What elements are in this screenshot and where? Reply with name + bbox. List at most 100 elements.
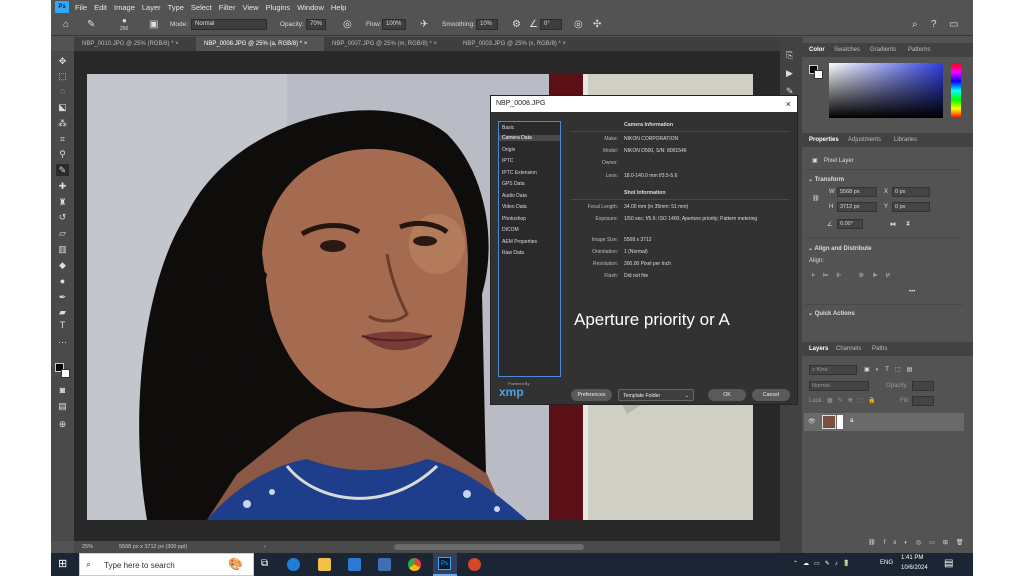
hue-slider[interactable] bbox=[951, 63, 961, 118]
notifications-icon[interactable]: ▤ bbox=[944, 558, 953, 569]
menu-help[interactable]: Help bbox=[331, 3, 346, 12]
sidebar-item-aem-properties[interactable]: AEM Properties bbox=[502, 239, 537, 245]
sidebar-item-photoshop[interactable]: Photoshop bbox=[502, 216, 526, 222]
horizontal-scrollbar[interactable] bbox=[394, 544, 584, 550]
tab-nbp-0003[interactable]: NBP_0003.JPG @ 25% (x, RGB/8) * × bbox=[455, 37, 585, 51]
image-size-value[interactable]: 5568 x 3712 bbox=[624, 237, 652, 243]
brush-tool-icon[interactable]: ✎ bbox=[56, 164, 69, 176]
pressure-opacity-icon[interactable]: ◎ bbox=[343, 19, 352, 31]
eraser-tool-icon[interactable]: ▱ bbox=[56, 227, 69, 239]
history-panel-icon[interactable]: ⎘ bbox=[786, 49, 793, 61]
height-input[interactable]: 3712 px bbox=[837, 202, 877, 212]
preferences-button[interactable]: Preferences bbox=[571, 389, 612, 401]
task-view-icon[interactable]: ⧉ bbox=[261, 558, 268, 569]
menu-file[interactable]: File bbox=[75, 3, 87, 12]
flip-horizontal-icon[interactable]: ⧓ bbox=[890, 221, 896, 228]
zoom-level[interactable]: 25% bbox=[82, 544, 93, 550]
crop-tool-icon[interactable]: ⌗ bbox=[56, 133, 69, 145]
make-value[interactable]: NIKON CORPORATION bbox=[624, 136, 678, 142]
tab-nbp-0008[interactable]: NBP_0008.JPG @ 25% (a, RGB/8) * × bbox=[196, 37, 324, 51]
layer-kind-filter[interactable]: ⌕ Kind bbox=[809, 365, 857, 375]
eyedropper-tool-icon[interactable]: ⚲ bbox=[56, 148, 69, 160]
smoothing-gear-icon[interactable]: ⚙ bbox=[512, 19, 521, 31]
layers-opacity-input[interactable] bbox=[912, 381, 934, 391]
magic-wand-tool-icon[interactable]: ⁂ bbox=[56, 117, 69, 129]
tab-layers[interactable]: Layers bbox=[809, 346, 828, 352]
airbrush-icon[interactable]: ✈ bbox=[420, 19, 428, 31]
x-input[interactable]: 0 px bbox=[892, 187, 930, 197]
edit-toolbar-icon[interactable]: ⊕ bbox=[56, 418, 69, 430]
tab-libraries[interactable]: Libraries bbox=[894, 137, 917, 143]
object-select-tool-icon[interactable]: ⬕ bbox=[56, 101, 69, 113]
help-icon[interactable]: ? bbox=[931, 19, 937, 31]
brush-settings-icon[interactable]: ▣ bbox=[149, 19, 158, 31]
sidebar-item-iptc-extension[interactable]: IPTC Extension bbox=[502, 170, 537, 176]
tab-channels[interactable]: Channels bbox=[836, 346, 861, 352]
fill-input[interactable] bbox=[912, 396, 934, 406]
lasso-tool-icon[interactable]: ◌ bbox=[56, 85, 69, 97]
close-icon[interactable]: × bbox=[433, 41, 437, 47]
mail-icon[interactable] bbox=[348, 558, 361, 571]
photoshop-taskbar-button[interactable]: Ps bbox=[433, 553, 457, 576]
ok-button[interactable]: OK bbox=[708, 389, 746, 401]
workspace-icon[interactable]: ▭ bbox=[949, 19, 958, 31]
orientation-value[interactable]: 1 (Normal) bbox=[624, 249, 648, 255]
tab-nbp-0010[interactable]: NBP_0010.JPG @ 25% (RGB/8) * × bbox=[74, 37, 196, 51]
menu-edit[interactable]: Edit bbox=[94, 3, 107, 12]
status-arrow-icon[interactable]: › bbox=[264, 544, 266, 550]
tab-adjustments[interactable]: Adjustments bbox=[848, 137, 881, 143]
home-icon[interactable]: ⌂ bbox=[63, 19, 69, 31]
flip-vertical-icon[interactable]: ⧗ bbox=[906, 221, 910, 228]
focal-length-value[interactable]: 34.00 mm (in 35mm: 51 mm) bbox=[624, 204, 688, 210]
close-icon[interactable]: × bbox=[786, 96, 791, 112]
close-icon[interactable]: × bbox=[304, 41, 308, 47]
menu-filter[interactable]: Filter bbox=[219, 3, 236, 12]
shape-tool-icon[interactable]: ▰ bbox=[56, 306, 69, 318]
sidebar-item-audio-data[interactable]: Audio Data bbox=[502, 193, 527, 199]
pen-tool-icon[interactable]: ✒ bbox=[56, 291, 69, 303]
align-heading[interactable]: ⌄ Align and Distribute bbox=[808, 245, 871, 252]
sidebar-item-iptc[interactable]: IPTC bbox=[502, 158, 513, 164]
tab-color[interactable]: Color bbox=[809, 47, 825, 53]
layer-row[interactable]: 👁 a bbox=[804, 413, 964, 431]
bg-color-chip[interactable] bbox=[814, 70, 823, 79]
flow-input[interactable]: 100% bbox=[382, 19, 406, 30]
taskbar-search-box[interactable]: ⌕ Type here to search 🎨 bbox=[79, 553, 254, 576]
sidebar-item-camera-data[interactable]: Camera Data bbox=[499, 135, 560, 141]
sidebar-item-dicom[interactable]: DICOM bbox=[502, 227, 519, 233]
link-icon[interactable]: ⛓ bbox=[812, 195, 820, 202]
blend-mode-select[interactable]: Normal bbox=[809, 381, 869, 391]
pressure-size-icon[interactable]: ◎ bbox=[574, 19, 583, 31]
sidebar-item-gps-data[interactable]: GPS Data bbox=[502, 181, 525, 187]
template-folder-select[interactable]: Template Folder ⌄ bbox=[618, 389, 694, 401]
angle-input[interactable]: 0° bbox=[540, 19, 562, 30]
width-input[interactable]: 5568 px bbox=[837, 187, 877, 197]
color-field[interactable] bbox=[829, 63, 943, 118]
tab-properties[interactable]: Properties bbox=[809, 137, 839, 143]
store-icon[interactable] bbox=[378, 558, 391, 571]
y-input[interactable]: 0 px bbox=[892, 202, 930, 212]
layer-name[interactable]: a bbox=[850, 418, 853, 424]
layer-filter-icons[interactable]: ▣◐T⬚▤ bbox=[864, 366, 918, 373]
more-options-icon[interactable]: ••• bbox=[909, 289, 915, 295]
menu-layer[interactable]: Layer bbox=[142, 3, 161, 12]
smoothing-input[interactable]: 10% bbox=[476, 19, 498, 30]
tab-nbp-0007[interactable]: NBP_0007.JPG @ 25% (m, RGB/8) * × bbox=[324, 37, 455, 51]
lock-icons[interactable]: ▦✎✥⬚🔒 bbox=[827, 397, 881, 404]
actions-panel-icon[interactable]: ▶ bbox=[786, 67, 793, 79]
opacity-input[interactable]: 70% bbox=[306, 19, 326, 30]
file-explorer-icon[interactable] bbox=[318, 558, 331, 571]
taskbar-time[interactable]: 1:41 PM bbox=[901, 555, 923, 561]
menu-window[interactable]: Window bbox=[297, 3, 324, 12]
menu-plugins[interactable]: Plugins bbox=[266, 3, 291, 12]
lens-value[interactable]: 18.0-140.0 mm f/3.5-5.6 bbox=[624, 173, 677, 179]
mode-select[interactable]: Normal bbox=[191, 19, 267, 30]
search-icon[interactable]: ⌕ bbox=[912, 19, 918, 31]
align-buttons-icons[interactable]: ⊧⊨⊩ ⊪⊫⊬ bbox=[812, 272, 899, 279]
type-tool-icon[interactable]: T bbox=[56, 319, 69, 331]
tab-gradients[interactable]: Gradients bbox=[870, 47, 896, 53]
resolution-value[interactable]: 300.00 Pixel per Inch bbox=[624, 261, 671, 267]
sidebar-item-video-data[interactable]: Video Data bbox=[502, 204, 527, 210]
quick-actions-heading[interactable]: ⌄ Quick Actions bbox=[808, 310, 855, 317]
transform-heading[interactable]: ⌄ Transform bbox=[808, 176, 844, 183]
